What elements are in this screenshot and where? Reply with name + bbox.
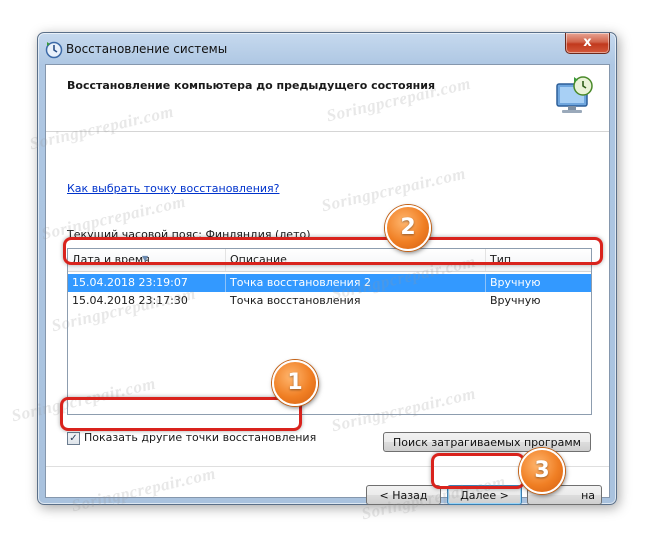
scan-affected-programs-button[interactable]: Поиск затрагиваемых программ [383,432,591,452]
show-more-checkbox[interactable]: ✓ [67,432,80,445]
column-type[interactable]: Тип [486,249,591,271]
list-header: Дата и время ▼ Описание Тип [68,249,591,272]
column-description[interactable]: Описание [226,249,486,271]
sort-arrow-icon: ▼ [142,254,149,263]
row-type: Вручную [490,294,541,307]
column-date[interactable]: Дата и время ▼ [68,249,226,271]
column-description-label: Описание [230,253,287,266]
column-date-label: Дата и время [72,253,150,266]
close-button[interactable]: x [565,33,610,54]
show-more-label[interactable]: Показать другие точки восстановления [84,431,316,444]
restore-points-list[interactable]: Дата и время ▼ Описание Тип 15.04.2018 2… [67,248,592,415]
table-row[interactable]: 15.04.2018 23:19:07 Точка восстановления… [68,274,591,292]
table-row[interactable]: 15.04.2018 23:17:30 Точка восстановления… [68,292,591,310]
row-date: 15.04.2018 23:17:30 [72,294,188,307]
timezone-label: Текущий часовой пояс: Финляндия (лето) [67,228,311,241]
row-description: Точка восстановления 2 [226,274,486,292]
help-link[interactable]: Как выбрать точку восстановления? [67,182,280,195]
restore-computer-icon [556,76,593,113]
page-title: Восстановление компьютера до предыдущего… [67,79,436,92]
close-icon: x [583,35,592,50]
header-separator [46,131,609,132]
step-badge-1: 1 [272,360,318,406]
checkmark-icon: ✓ [69,433,78,444]
cancel-button-label: на [581,489,595,502]
row-date: 15.04.2018 23:19:07 [68,274,226,292]
column-type-label: Тип [490,253,512,266]
step-badge-2: 2 [385,205,431,251]
dialog-client-area: Восстановление компьютера до предыдущего… [45,64,610,505]
row-description: Точка восстановления [230,294,361,307]
row-type: Вручную [490,276,541,289]
next-button[interactable]: Далее > [447,485,522,505]
step-badge-3: 3 [519,448,565,494]
back-button[interactable]: < Назад [366,485,441,505]
system-restore-icon [45,41,63,59]
system-restore-window: Восстановление системы x Восстановление … [37,32,617,505]
window-title: Восстановление системы [66,42,228,56]
